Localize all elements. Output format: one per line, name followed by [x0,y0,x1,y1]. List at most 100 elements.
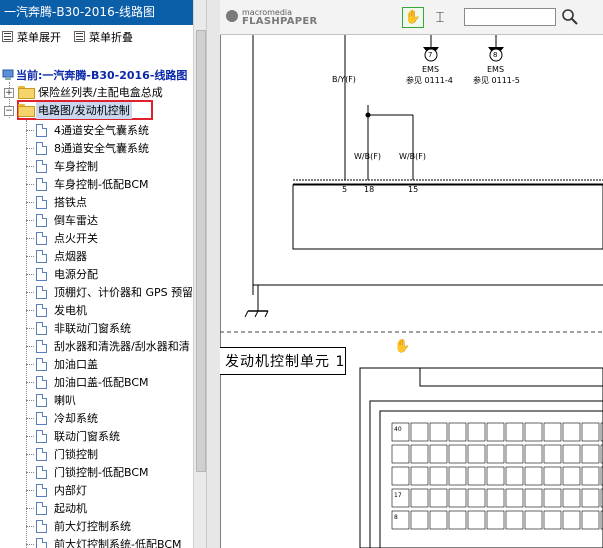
connector-number: 8 [493,51,498,59]
tree-item[interactable]: 起动机 [26,500,192,517]
open-folder-icon [18,102,37,119]
tree-item[interactable]: 刮水器和清洗器/刮水器和清 [26,338,192,355]
tree-item-label: 加油口盖 [54,358,98,371]
wire-color-label: W/B(F) [399,152,426,161]
tree-scrollbar-thumb[interactable] [196,30,206,472]
hand-icon: ✋ [404,10,422,25]
connector-module: EMS [487,65,505,74]
tree-item[interactable]: 加油口盖-低配BCM [26,374,192,391]
tree-guide [26,238,34,239]
ecu-pin-cell [562,444,581,464]
tree-item[interactable]: 车身控制 [26,158,192,175]
ecu-pin-cell [467,444,486,464]
expand-toggle-icon[interactable]: + [4,88,14,98]
pin-number: 18 [364,185,375,194]
collapse-menu-button[interactable]: 菜单折叠 [74,30,133,46]
tree-item[interactable]: 门锁控制 [26,446,192,463]
tree-item[interactable]: 联动门窗系统 [26,428,192,445]
tree-guide [26,436,34,437]
tree-item[interactable]: 发电机 [26,302,192,319]
document-icon [36,340,47,353]
tree-folder-engine[interactable]: − 电路图/发动机控制 [4,102,192,119]
ecu-pin-cell [543,422,562,442]
ecu-pin-cell [524,466,543,486]
wire-color-label: W/B(F) [354,152,381,161]
tree-item[interactable]: 门锁控制-低配BCM [26,464,192,481]
ecu-pin-cell [581,488,600,508]
select-tool-button[interactable]: ⌶ [432,7,448,28]
tree-item[interactable]: 搭铁点 [26,194,192,211]
tree-item-label: 点烟器 [54,250,87,263]
tree-item[interactable]: 喇叭 [26,392,192,409]
hand-tool-button[interactable]: ✋ [402,7,424,28]
tree-item[interactable]: 点烟器 [26,248,192,265]
ecu-pin-cell [486,488,505,508]
document-icon [36,268,47,281]
tree-scrollbar[interactable] [193,0,206,548]
tree-item-label: 顶棚灯、计价器和 GPS 预留 [54,286,192,299]
ecu-pin-cell [581,466,600,486]
ecu-pin-cell [543,488,562,508]
tree-item-label: 电源分配 [54,268,98,281]
diagram-page[interactable]: 40 17 8 7 8 EMS EMS 参见 0111-4 参见 0111-5 B/… [220,35,603,548]
tree-item[interactable]: 顶棚灯、计价器和 GPS 预留 [26,284,192,301]
document-icon [36,304,47,317]
tree-item[interactable]: 倒车雷达 [26,212,192,229]
flashpaper-logo: macromedia FLASHPAPER [226,8,326,28]
document-icon [36,214,47,227]
document-icon [36,412,47,425]
tree-item-label: 加油口盖-低配BCM [54,376,149,389]
tree-item[interactable]: 车身控制-低配BCM [26,176,192,193]
tree-guide [26,328,34,329]
tree-item-label: 搭铁点 [54,196,87,209]
ecu-pin-cell [486,422,505,442]
tree-guide [26,292,34,293]
tree-guide [26,472,34,473]
tree-guide [26,130,34,131]
tree-root-label: 当前:一汽奔腾-B30-2016-线路图 [16,69,188,82]
collapse-menu-label: 菜单折叠 [89,31,133,44]
tree-item-label: 起动机 [54,502,87,515]
expand-menu-button[interactable]: 菜单展开 [2,30,61,46]
ecu-pin-label: 40 [394,426,402,433]
tree-folder-label: 电路图/发动机控制 [36,102,132,119]
hand-cursor-icon: ✋ [394,339,411,354]
panel-splitter[interactable] [206,0,221,548]
tree-item[interactable]: 前大灯控制系统 [26,518,192,535]
document-icon [36,160,47,173]
tree-guide [26,274,34,275]
tree-item[interactable]: 电源分配 [26,266,192,283]
tree-item[interactable]: 前大灯控制系统-低配BCM [26,536,192,548]
tree-item[interactable]: 加油口盖 [26,356,192,373]
ecu-pin-cell [410,510,429,530]
tree-guide [26,202,34,203]
search-input[interactable] [464,8,556,26]
collapse-toggle-icon[interactable]: − [4,106,14,116]
tree-guide [26,400,34,401]
tree-item[interactable]: 点火开关 [26,230,192,247]
tree-root[interactable]: 当前:一汽奔腾-B30-2016-线路图 [2,67,192,84]
tree-item[interactable]: 8通道安全气囊系统 [26,140,192,157]
ecu-pin-cell [448,444,467,464]
tree-item[interactable]: 内部灯 [26,482,192,499]
document-icon [36,502,47,515]
document-icon [36,250,47,263]
document-icon [36,358,47,371]
viewer-toolbar: macromedia FLASHPAPER ✋ ⌶ [220,0,603,35]
tree-guide [26,310,34,311]
ecu-pin-cell [429,466,448,486]
tree-item[interactable]: 非联动门窗系统 [26,320,192,337]
tree-item[interactable]: 4通道安全气囊系统 [26,122,192,139]
tree-item-label: 前大灯控制系统 [54,520,131,533]
tree-guide [26,166,34,167]
document-icon [36,124,47,137]
document-icon [36,376,47,389]
ecu-pin-label: 17 [394,492,402,499]
document-icon [36,520,47,533]
tree-item[interactable]: 冷却系统 [26,410,192,427]
tree-item-label: 8通道安全气囊系统 [54,142,149,155]
tree-folder-fuse[interactable]: + 保险丝列表/主配电盒总成 [4,84,192,101]
ecu-pin-cell [562,488,581,508]
document-icon [36,466,47,479]
search-button[interactable] [560,6,580,28]
